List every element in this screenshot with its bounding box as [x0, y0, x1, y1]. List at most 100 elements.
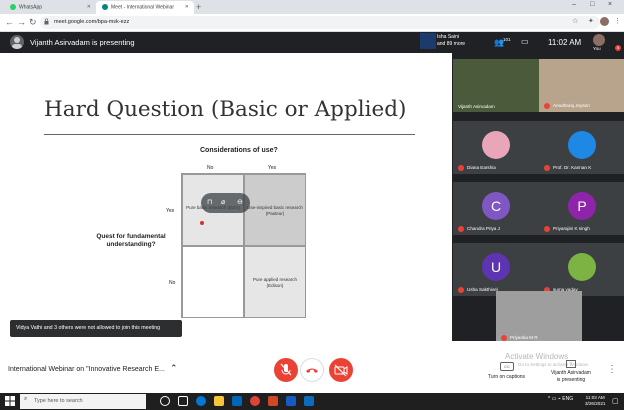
participant-tile[interactable]: U Usha Sakthivel: [453, 243, 539, 296]
participant-tile[interactable]: Amutharaj Joyson: [539, 59, 624, 112]
profile-avatar[interactable]: [600, 17, 609, 26]
menu-icon[interactable]: ⋮: [614, 17, 621, 25]
hang-up-icon: [306, 368, 318, 373]
system-tray[interactable]: ^ ▭ ⌁ ENG: [548, 396, 573, 402]
tab-meet[interactable]: Meet - International Webinar ✕: [96, 1, 194, 14]
participant-photo: [482, 131, 510, 159]
task-view-icon[interactable]: [178, 396, 188, 406]
reload-icon[interactable]: ↻: [29, 17, 37, 28]
participant-tile[interactable]: C Chandra Priya J: [453, 182, 539, 235]
cortana-icon[interactable]: [160, 396, 170, 406]
participant-name-text: Diana Earshia: [467, 165, 496, 171]
system-clock[interactable]: 11:03 AM 3/26/2021: [585, 395, 605, 407]
column-label-no: No: [207, 165, 214, 171]
minimize-button[interactable]: –: [572, 1, 576, 8]
participant-avatar: P: [568, 192, 596, 220]
system-date: 3/26/2021: [585, 401, 606, 406]
thumbnail-more: and 89 more: [437, 41, 466, 47]
considerations-heading: Considerations of use?: [200, 147, 278, 154]
cursor-pointer: [200, 221, 204, 225]
pin-icon[interactable]: ⊓: [207, 198, 212, 206]
participant-tile[interactable]: Priyanka M R: [496, 291, 582, 344]
participant-tile[interactable]: Vijanth Asirvadam: [453, 59, 539, 112]
thumbnail-name: Isha Saini: [437, 34, 459, 40]
presenting-banner: Vijanth Asirvadam is presenting: [30, 38, 135, 47]
more-options-icon[interactable]: ⋮: [607, 364, 617, 375]
participant-name: Usha Sakthivel: [458, 287, 498, 293]
meeting-title[interactable]: International Webinar on "Innovative Res…: [8, 366, 165, 373]
forward-icon[interactable]: →: [17, 17, 26, 27]
close-tab-icon[interactable]: ✕: [185, 4, 189, 10]
participant-name: Amutharaj Joyson: [544, 103, 590, 109]
participant-name: Vijanth Asirvadam: [458, 104, 495, 109]
tab-whatsapp[interactable]: WhatsApp ✕: [4, 1, 96, 14]
word-icon[interactable]: [286, 396, 296, 406]
hang-up-button[interactable]: [300, 358, 324, 382]
present-status[interactable]: Vijanth Asirvadam is presenting: [550, 370, 592, 384]
activate-windows-subtext: Go to Settings to activate Windows.: [518, 362, 590, 367]
whatsapp-icon: [10, 4, 16, 10]
tab-title: Meet - International Webinar: [111, 4, 174, 11]
chat-icon[interactable]: ▭: [521, 37, 529, 46]
meeting-clock: 11:02 AM: [548, 38, 582, 47]
back-icon[interactable]: ←: [5, 17, 14, 27]
quadrant-applied: Pure applied research (Edison): [244, 246, 306, 318]
slide-hover-toolbar: ⊓ ⌀ ⊖: [201, 193, 250, 213]
mic-off-icon: [280, 363, 292, 376]
tab-title: WhatsApp: [19, 4, 43, 11]
quadrant-use-inspired: Use-inspired basic research (Pasteur): [244, 174, 306, 246]
close-tab-icon[interactable]: ✕: [87, 4, 91, 10]
taskbar-search-input[interactable]: Type here to search: [20, 394, 146, 409]
participant-name: Chandra Priya J: [458, 226, 500, 232]
mic-muted-icon: [458, 226, 464, 232]
mic-muted-icon: [544, 165, 550, 171]
participant-tile[interactable]: P Priyarajini K singh: [539, 182, 624, 235]
quest-label: Quest for fundamental understanding?: [96, 233, 166, 248]
participant-name: Priyarajini K singh: [544, 226, 590, 232]
thumbnail-names: Isha Saini and 89 more: [437, 34, 465, 48]
participant-avatar: C: [482, 192, 510, 220]
chevron-up-icon[interactable]: ⌃: [170, 363, 178, 374]
notification-icon[interactable]: ▢: [612, 397, 619, 405]
mic-muted-icon: [544, 226, 550, 232]
remove-icon[interactable]: ⊖: [237, 198, 243, 206]
windows-start-icon[interactable]: [5, 396, 15, 406]
mic-off-button[interactable]: [274, 358, 298, 382]
column-label-yes: Yes: [268, 165, 277, 171]
participant-name-text: Chandra Priya J: [467, 226, 500, 232]
participant-name-text: Usha Sakthivel: [467, 287, 498, 293]
participant-tile[interactable]: suma yadav: [539, 243, 624, 296]
participant-avatar: U: [482, 253, 510, 281]
meet-icon: [102, 4, 108, 10]
outlook-icon[interactable]: [304, 396, 314, 406]
powerpoint-icon[interactable]: [268, 396, 278, 406]
self-avatar[interactable]: [593, 34, 605, 46]
presenter-name: Vijanth Asirvadam: [551, 370, 591, 376]
star-icon[interactable]: ☆: [572, 17, 578, 25]
close-window-button[interactable]: ×: [608, 1, 612, 8]
participant-name: Prof. Dr. Kannan K: [544, 165, 591, 171]
participant-tile[interactable]: Diana Earshia: [453, 121, 539, 174]
new-tab-button[interactable]: +: [196, 2, 201, 12]
lock-icon: [44, 18, 49, 25]
presenting-label: is presenting: [556, 377, 586, 383]
mute-icon[interactable]: ⌀: [221, 198, 225, 206]
camera-off-icon: [334, 364, 348, 377]
participant-tile[interactable]: Prof. Dr. Kannan K: [539, 121, 624, 174]
store-icon[interactable]: [232, 396, 242, 406]
edge-icon[interactable]: [196, 396, 206, 406]
search-icon: ⌕: [24, 396, 28, 402]
maximize-button[interactable]: □: [590, 1, 594, 8]
extensions-icon[interactable]: ✦: [588, 17, 594, 25]
captions-button-label[interactable]: Turn on captions: [488, 374, 525, 380]
quadrant-empty: [182, 246, 244, 318]
file-explorer-icon[interactable]: [214, 396, 224, 406]
slide-title: Hard Question (Basic or Applied): [44, 97, 407, 122]
address-bar[interactable]: meet.google.com/bpa-msk-ezz: [40, 16, 600, 29]
row-label-yes: Yes: [166, 208, 175, 214]
participant-thumbnail[interactable]: [420, 33, 436, 49]
present-now-icon[interactable]: ↑: [566, 360, 576, 368]
chrome-icon[interactable]: [250, 396, 260, 406]
camera-off-button[interactable]: [329, 358, 353, 382]
captions-icon[interactable]: CC: [500, 362, 514, 371]
